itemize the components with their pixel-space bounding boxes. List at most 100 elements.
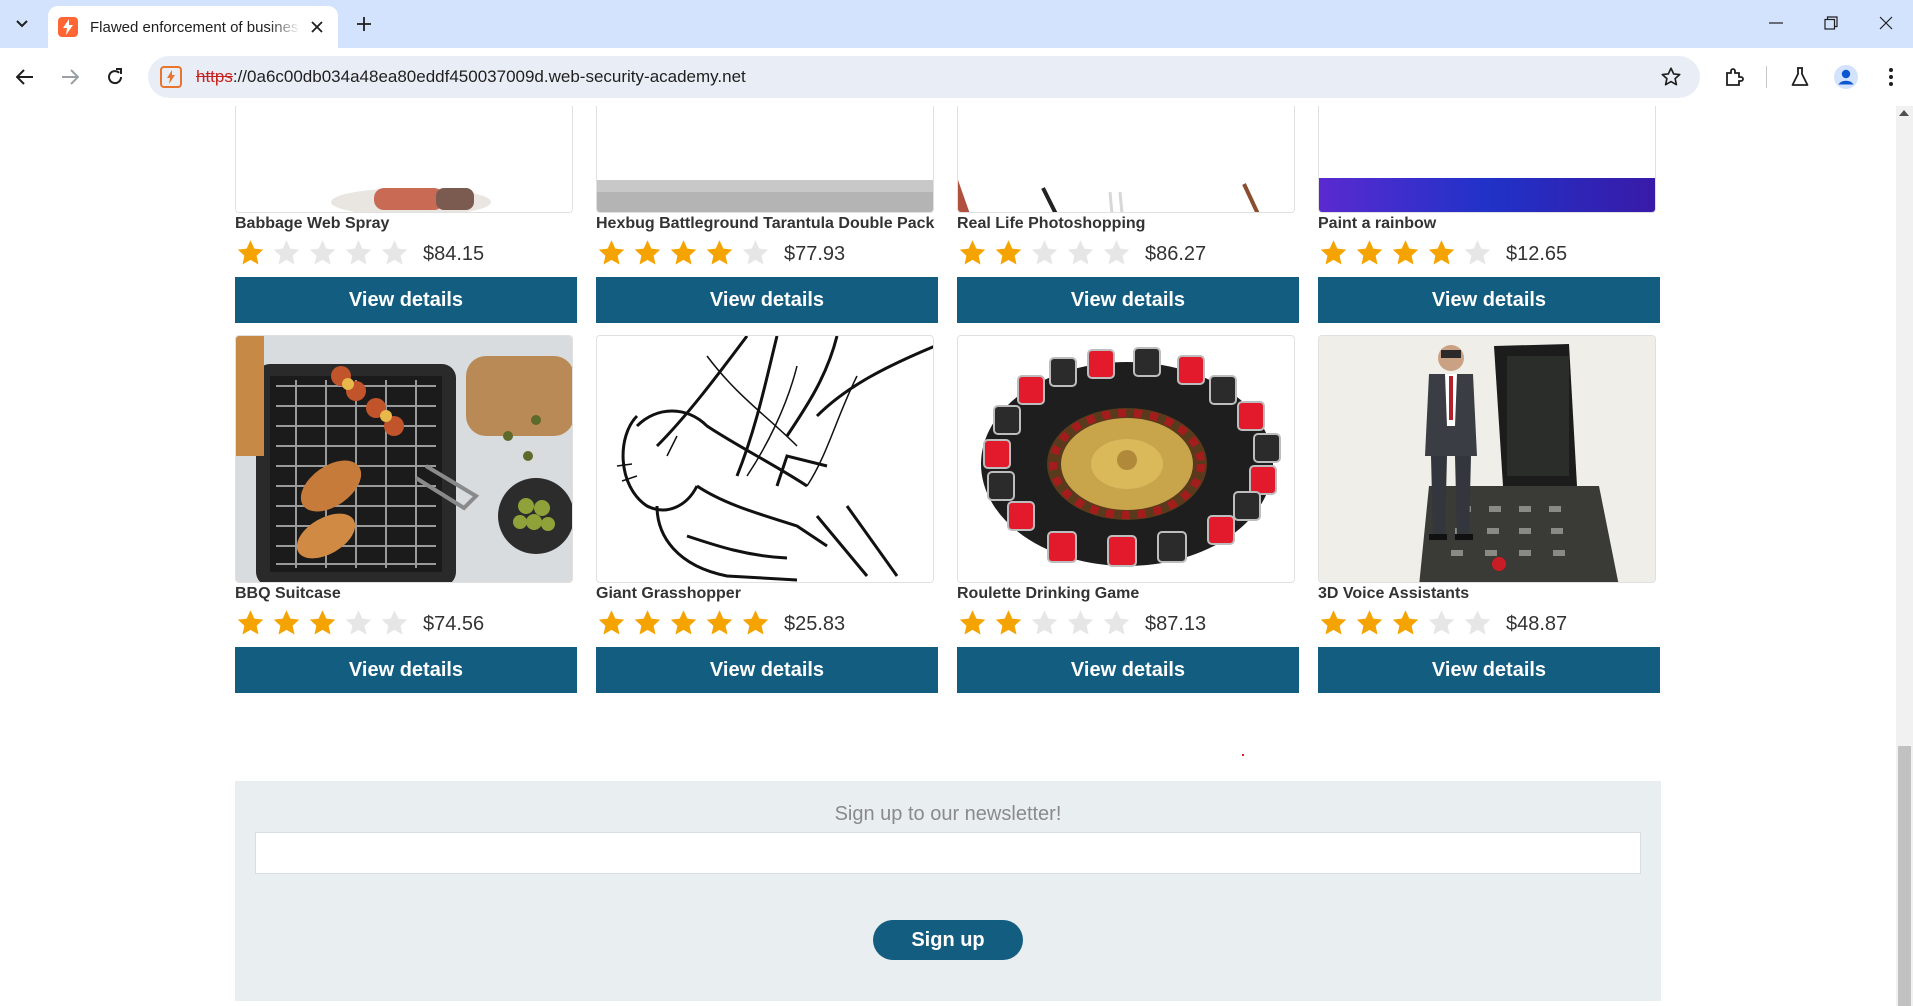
product-card: Babbage Web Spray $84.15 View details <box>235 106 577 323</box>
star-empty-icon <box>345 240 372 265</box>
star-empty-icon <box>1067 610 1094 635</box>
url-text: https://0a6c00db034a48ea80eddf450037009d… <box>196 67 746 87</box>
product-image[interactable] <box>957 106 1295 213</box>
newsletter-heading: Sign up to our newsletter! <box>834 803 1062 825</box>
product-rating: $87.13 <box>957 605 1299 639</box>
page-scrollbar[interactable] <box>1896 106 1913 1006</box>
address-bar[interactable]: https://0a6c00db034a48ea80eddf450037009d… <box>148 56 1700 98</box>
star-empty-icon <box>273 240 300 265</box>
product-image[interactable] <box>1318 106 1656 213</box>
tab-title: Flawed enforcement of business rules <box>90 18 300 36</box>
star-empty-icon <box>345 610 372 635</box>
product-name: Hexbug Battleground Tarantula Double Pac… <box>596 215 935 232</box>
url-scheme: https <box>196 67 233 86</box>
browser-toolbar: https://0a6c00db034a48ea80eddf450037009d… <box>0 48 1913 106</box>
star-filled-icon <box>598 240 625 265</box>
product-price: $25.83 <box>784 612 846 635</box>
star-filled-icon <box>1392 610 1419 635</box>
scrollbar-thumb[interactable] <box>1898 746 1911 1006</box>
product-image[interactable] <box>596 335 934 583</box>
product-price: $48.87 <box>1506 612 1568 635</box>
product-card: Roulette Drinking Game $87.13 View detai… <box>957 335 1299 693</box>
profile-icon[interactable] <box>1831 62 1861 92</box>
plus-icon[interactable] <box>350 10 378 38</box>
labs-flask-icon[interactable] <box>1785 62 1815 92</box>
product-rating: $48.87 <box>1318 605 1660 639</box>
product-price: $86.27 <box>1145 242 1207 265</box>
star-filled-icon <box>1392 240 1419 265</box>
star-empty-icon <box>381 610 408 635</box>
star-filled-icon <box>273 610 300 635</box>
newsletter-section: Sign up to our newsletter! Sign up <box>235 781 1661 1001</box>
star-empty-icon <box>1031 240 1058 265</box>
product-price: $12.65 <box>1506 242 1568 265</box>
view-details-button[interactable]: View details <box>1318 647 1660 693</box>
bookmark-star-icon[interactable] <box>1660 66 1682 93</box>
star-empty-icon <box>1103 240 1130 265</box>
product-card: 3D Voice Assistants $48.87 View details <box>1318 335 1660 693</box>
product-card: Giant Grasshopper $25.83 View details <box>596 335 938 693</box>
view-details-button[interactable]: View details <box>596 277 938 323</box>
product-name: Babbage Web Spray <box>235 215 390 232</box>
star-filled-icon <box>1356 610 1383 635</box>
star-empty-icon <box>1031 610 1058 635</box>
kebab-menu-icon[interactable] <box>1876 62 1906 92</box>
view-details-button[interactable]: View details <box>957 647 1299 693</box>
view-details-button[interactable]: View details <box>235 647 577 693</box>
star-filled-icon <box>598 610 625 635</box>
site-info-icon[interactable] <box>160 66 182 88</box>
star-empty-icon <box>1103 610 1130 635</box>
product-price: $87.13 <box>1145 612 1207 635</box>
toolbar-separator <box>1766 66 1767 88</box>
restore-icon[interactable] <box>1804 8 1858 38</box>
product-rating: $25.83 <box>596 605 938 639</box>
view-details-button[interactable]: View details <box>957 277 1299 323</box>
scroll-up-arrow-icon[interactable] <box>1899 110 1909 116</box>
product-name: Paint a rainbow <box>1318 215 1437 232</box>
product-card: Hexbug Battleground Tarantula Double Pac… <box>596 106 938 323</box>
star-empty-icon <box>381 240 408 265</box>
star-filled-icon <box>706 610 733 635</box>
star-filled-icon <box>634 240 661 265</box>
back-icon[interactable] <box>10 62 40 92</box>
product-rating: $77.93 <box>596 235 938 269</box>
view-details-button[interactable]: View details <box>596 647 938 693</box>
product-name: Giant Grasshopper <box>596 585 741 602</box>
product-name: Real Life Photoshopping <box>957 215 1146 232</box>
star-filled-icon <box>237 240 264 265</box>
product-rating: $84.15 <box>235 235 577 269</box>
star-filled-icon <box>959 610 986 635</box>
product-image[interactable] <box>957 335 1295 583</box>
product-image[interactable] <box>235 106 573 213</box>
star-filled-icon <box>959 240 986 265</box>
product-image[interactable] <box>596 106 934 213</box>
star-filled-icon <box>1320 610 1347 635</box>
product-image[interactable] <box>1318 335 1656 583</box>
star-filled-icon <box>634 610 661 635</box>
product-card: BBQ Suitcase $74.56 View details <box>235 335 577 693</box>
url-host: ://0a6c00db034a48ea80eddf450037009d.web-… <box>232 67 746 86</box>
close-window-icon[interactable] <box>1859 8 1913 38</box>
star-filled-icon <box>237 610 264 635</box>
product-image[interactable] <box>235 335 573 583</box>
product-price: $74.56 <box>423 612 485 635</box>
minimize-icon[interactable] <box>1749 8 1803 38</box>
tab-list-icon[interactable] <box>8 10 36 38</box>
newsletter-email-field[interactable] <box>255 832 1641 874</box>
reload-icon[interactable] <box>100 62 130 92</box>
view-details-button[interactable]: View details <box>1318 277 1660 323</box>
active-tab[interactable]: Flawed enforcement of business rules <box>48 6 338 48</box>
star-empty-icon <box>309 240 336 265</box>
sign-up-button[interactable]: Sign up <box>873 920 1023 960</box>
star-filled-icon <box>995 240 1022 265</box>
close-icon[interactable] <box>306 16 328 38</box>
product-price: $84.15 <box>423 242 485 265</box>
star-filled-icon <box>1356 240 1383 265</box>
product-rating: $74.56 <box>235 605 577 639</box>
product-name: BBQ Suitcase <box>235 585 341 602</box>
lightning-favicon-icon <box>58 17 78 37</box>
forward-icon[interactable] <box>55 62 85 92</box>
view-details-button[interactable]: View details <box>235 277 577 323</box>
extensions-icon[interactable] <box>1719 62 1749 92</box>
star-empty-icon <box>1464 240 1491 265</box>
